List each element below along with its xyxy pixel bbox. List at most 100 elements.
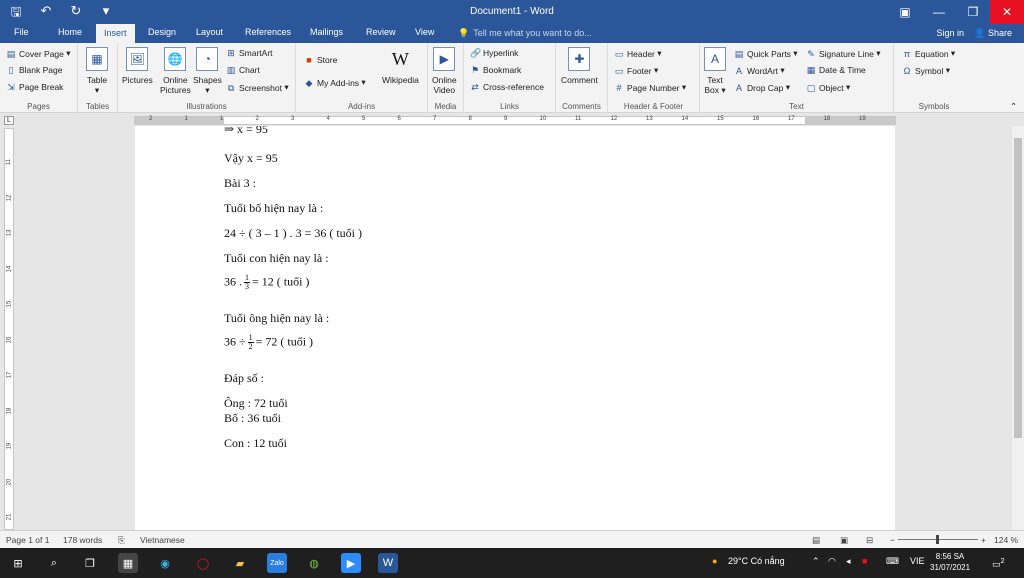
tab-design[interactable]: Design <box>148 27 176 37</box>
date-time-button[interactable]: ▦ Date & Time <box>806 65 866 75</box>
pictures-button[interactable]: 🖼 Pictures <box>122 47 153 85</box>
notifications-icon[interactable]: ▭2 <box>992 556 1005 570</box>
sign-in-link[interactable]: Sign in <box>936 28 964 38</box>
read-mode-icon[interactable]: ▤ <box>812 535 820 546</box>
windows-start-icon[interactable]: ⊞ <box>8 553 28 573</box>
app-green-icon[interactable]: ◍ <box>304 553 324 573</box>
page-count[interactable]: Page 1 of 1 <box>6 535 49 545</box>
word-app-icon[interactable]: W <box>378 553 398 573</box>
cover-page-button[interactable]: ▤ Cover Page ▾ <box>6 48 71 59</box>
web-layout-icon[interactable]: ⊟ <box>866 535 873 546</box>
zoom-in-icon[interactable]: + <box>981 535 986 545</box>
proofing-icon[interactable]: ⎘ <box>118 535 125 546</box>
blank-page-label: Blank Page <box>19 65 63 75</box>
horizontal-ruler[interactable]: 2 1 1 2 3 4 5 6 7 8 9 10 11 12 13 14 15 16 17 18 19 <box>134 116 896 125</box>
comment-button[interactable]: ✚ Comment <box>561 47 598 85</box>
network-icon[interactable]: ◠ <box>828 556 836 567</box>
tab-file[interactable]: File <box>14 27 29 37</box>
quick-parts-icon: ▤ <box>734 48 744 59</box>
store-app-icon[interactable]: ▦ <box>118 553 138 573</box>
windows-taskbar: ⊞ ⌕ ❐ ▦ ◉ ◯ ▰ Zalo ◍ ▶ W ● 29°C Có nắng … <box>0 548 1024 578</box>
blank-page-button[interactable]: ▯ Blank Page <box>6 65 63 75</box>
my-addins-button[interactable]: ◆ My Add-ins ▾ <box>304 77 366 88</box>
input-language[interactable]: VIE <box>910 556 925 566</box>
object-button[interactable]: ▢ Object ▾ <box>806 82 850 93</box>
tray-app-icon[interactable]: ■ <box>862 556 867 566</box>
minimize-button[interactable]: — <box>922 0 956 24</box>
tell-me-box[interactable]: 💡 Tell me what you want to do... <box>458 28 592 39</box>
restore-button[interactable]: ❐ <box>956 0 990 24</box>
header-button[interactable]: ▭ Header ▾ <box>614 48 662 59</box>
header-icon: ▭ <box>614 48 624 59</box>
zoom-out-icon[interactable]: − <box>890 535 895 545</box>
tab-home[interactable]: Home <box>58 27 82 37</box>
ruler-number: 15 <box>717 116 724 122</box>
screenshot-button[interactable]: ⧉ Screenshot ▾ <box>226 82 289 93</box>
text-box-label-1: Text <box>707 75 723 85</box>
opera-icon[interactable]: ◯ <box>193 553 213 573</box>
word-count[interactable]: 178 words <box>63 535 102 545</box>
task-view-icon[interactable]: ❐ <box>80 553 100 573</box>
ribbon-display-icon[interactable]: ▣ <box>888 0 922 24</box>
close-button[interactable]: ✕ <box>990 0 1024 24</box>
ruler-number: 6 <box>397 116 401 122</box>
online-pictures-button[interactable]: 🌐 Online Pictures <box>160 47 191 95</box>
document-page[interactable]: ⇒ x = 95 Vậy x = 95 Bài 3 : Tuổi bố hiện… <box>135 126 895 530</box>
zalo-icon[interactable]: Zalo <box>267 553 287 573</box>
weather-text[interactable]: 29°C Có nắng <box>728 556 785 566</box>
tab-view[interactable]: View <box>415 27 434 37</box>
links-group-label: Links <box>500 102 519 111</box>
vertical-ruler-number: 15 <box>6 300 13 308</box>
signature-line-button[interactable]: ✎ Signature Line ▾ <box>806 48 880 59</box>
collapse-ribbon-icon[interactable]: ⌃ <box>1010 101 1017 112</box>
text-box-button[interactable]: A Text Box ▾ <box>704 47 726 95</box>
page-number-button[interactable]: # Page Number ▾ <box>614 82 686 93</box>
print-layout-icon[interactable]: ▣ <box>840 535 848 546</box>
shapes-button[interactable]: ◔ Shapes ▾ <box>193 47 222 95</box>
doc-line-7: Tuổi ông hiện nay là : <box>224 311 330 325</box>
vertical-ruler[interactable]: 11 12 13 14 15 16 17 18 19 20 21 <box>4 128 14 530</box>
status-bar: Page 1 of 1 178 words ⎘ Vietnamese ▤ ▣ ⊟… <box>0 530 1024 548</box>
shapes-icon: ◔ <box>196 47 219 71</box>
store-button[interactable]: ■ Store <box>304 55 337 65</box>
footer-button[interactable]: ▭ Footer ▾ <box>614 65 658 76</box>
tab-mailings[interactable]: Mailings <box>310 27 343 37</box>
quick-parts-button[interactable]: ▤ Quick Parts ▾ <box>734 48 798 59</box>
tray-chevron-icon[interactable]: ⌃ <box>812 556 820 567</box>
language-status[interactable]: Vietnamese <box>140 535 185 545</box>
keyboard-icon[interactable]: ⌨ <box>886 556 899 567</box>
speaker-icon[interactable]: ◂ <box>846 556 851 567</box>
tab-references[interactable]: References <box>245 27 291 37</box>
scrollbar-thumb[interactable] <box>1014 138 1022 438</box>
page-break-icon: ⇲ <box>7 82 15 92</box>
edge-icon[interactable]: ◉ <box>155 553 175 573</box>
search-icon[interactable]: ⌕ <box>44 553 64 573</box>
smartart-button[interactable]: ⊞ SmartArt <box>226 48 272 58</box>
share-button[interactable]: 👤 Share <box>974 28 1012 39</box>
chart-button[interactable]: ▥ Chart <box>226 65 260 75</box>
hyperlink-button[interactable]: 🔗 Hyperlink <box>470 48 518 58</box>
tab-selector[interactable]: L <box>4 116 14 125</box>
zoom-app-icon[interactable]: ▶ <box>341 553 361 573</box>
tab-insert[interactable]: Insert <box>96 24 135 43</box>
wikipedia-button[interactable]: W Wikipedia <box>382 47 419 85</box>
page-break-button[interactable]: ⇲ Page Break <box>6 82 63 92</box>
cross-reference-button[interactable]: ⇄ Cross-reference <box>470 82 544 92</box>
wordart-button[interactable]: A WordArt ▾ <box>734 65 785 76</box>
vertical-scrollbar[interactable] <box>1012 126 1024 530</box>
comment-icon: ✚ <box>568 47 591 71</box>
online-video-button[interactable]: ▶ Online Video <box>432 47 457 95</box>
taskbar-clock[interactable]: 8:56 SA 31/07/2021 <box>930 551 970 573</box>
bookmark-button[interactable]: ⚑ Bookmark <box>470 65 521 75</box>
equation-button[interactable]: π Equation ▾ <box>902 48 955 59</box>
tab-review[interactable]: Review <box>366 27 396 37</box>
symbol-button[interactable]: Ω Symbol ▾ <box>902 65 950 76</box>
drop-cap-button[interactable]: A Drop Cap ▾ <box>734 82 790 93</box>
pages-group-label: Pages <box>27 102 50 111</box>
table-button[interactable]: ▦ Table ▾ <box>86 47 108 95</box>
file-explorer-icon[interactable]: ▰ <box>230 553 250 573</box>
quick-parts-label: Quick Parts <box>747 48 791 59</box>
zoom-slider-thumb[interactable] <box>936 535 939 544</box>
zoom-level[interactable]: 124 % <box>994 535 1018 545</box>
tab-layout[interactable]: Layout <box>196 27 223 37</box>
